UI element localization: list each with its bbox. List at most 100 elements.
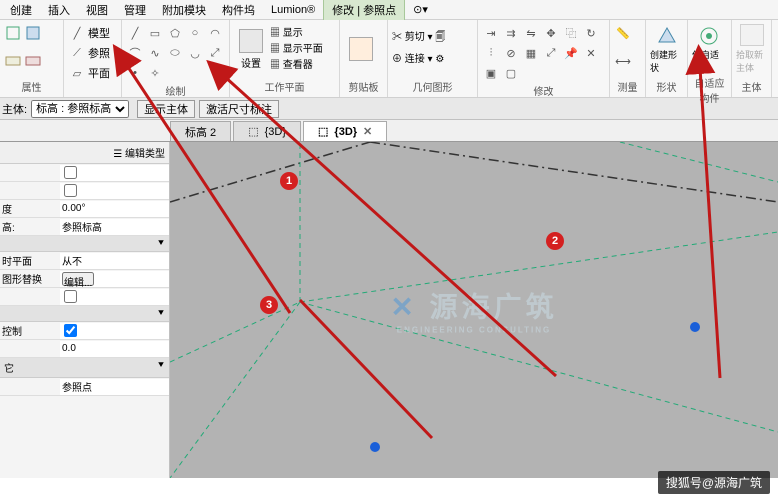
ungrp-icon[interactable]: ▢ [502, 64, 520, 82]
group-label-empty [68, 93, 117, 95]
ref-line-btn[interactable]: 参照 [88, 45, 110, 61]
plane-icon[interactable]: ▱ [68, 64, 86, 82]
paste-btn[interactable] [344, 24, 378, 74]
group-label-clip: 剪贴板 [344, 78, 383, 95]
poly-icon[interactable]: ⬠ [166, 24, 184, 42]
menu-2[interactable]: 视图 [78, 0, 116, 20]
host-select[interactable]: 标高 : 参照标高 [31, 100, 129, 118]
arc2-icon[interactable]: ⌒ [126, 44, 144, 62]
cube-icon: ⬚ [318, 125, 328, 138]
prop-value[interactable] [60, 289, 169, 305]
viewer-wp-btn[interactable]: ▦ 查看器 [270, 56, 323, 71]
menu-bar: 创建插入视图管理附加模块构件坞Lumion®修改 | 参照点⊙▾ [0, 0, 778, 20]
menu-0[interactable]: 创建 [2, 0, 40, 20]
callout-1: 1 [280, 172, 298, 190]
half-arc-icon[interactable]: ◡ [186, 44, 204, 62]
grp-icon[interactable]: ▣ [482, 64, 500, 82]
view-tab-2[interactable]: ⬚{3D}✕ [303, 121, 387, 141]
prop-section[interactable]: ⯆ [0, 306, 169, 322]
menu-4[interactable]: 附加模块 [154, 0, 214, 20]
menu-6[interactable]: Lumion® [263, 2, 323, 18]
prop-value[interactable]: 从不 [60, 253, 169, 269]
mirror-icon[interactable]: ⇋ [522, 24, 540, 42]
create-form-btn[interactable]: 创建形状 [650, 24, 683, 74]
prop-value[interactable]: 参照点 [60, 379, 169, 395]
cube-icon: ⬚ [248, 125, 258, 138]
prop-value[interactable]: 0.0 [60, 341, 169, 357]
measure-icon[interactable]: 📏 [614, 24, 632, 42]
menu-3[interactable]: 管理 [116, 0, 154, 20]
show-wp-btn[interactable]: ▦ 显示 [270, 24, 323, 39]
scale-icon[interactable]: ⤢ [542, 44, 560, 62]
prop-section[interactable]: 它⯆ [0, 358, 169, 378]
view-tab-1[interactable]: ⬚{3D} [233, 121, 301, 141]
prop-row [0, 164, 169, 182]
activate-dim-btn[interactable]: 激活尺寸标注 [199, 100, 279, 118]
group-label-form: 形状 [650, 78, 683, 95]
plane-btn[interactable]: 平面 [88, 65, 110, 81]
model-line-icon[interactable]: ╱ [68, 24, 86, 42]
trim-icon[interactable]: ⫶ [482, 44, 500, 62]
modify-icon[interactable] [4, 24, 22, 42]
join-btn[interactable]: ⊕ 连接 ▾ ⚙ [392, 50, 444, 65]
copy-icon[interactable]: ⿻ [562, 24, 580, 42]
line-icon[interactable]: ╱ [126, 24, 144, 42]
prop-row: 时平面从不 [0, 252, 169, 270]
menu-7[interactable]: 修改 | 参照点 [323, 0, 405, 21]
properties-panel: ☰ 编辑类型 度0.00°高:参照标高⯆时平面从不图形替换编辑...⯆控制0.0… [0, 142, 170, 478]
rect-icon[interactable]: ▭ [146, 24, 164, 42]
prop-value[interactable]: 0.00° [60, 201, 169, 217]
watermark-bottom: 搜狐号@源海广筑 [658, 471, 770, 494]
edit-type-btn[interactable]: ☰ 编辑类型 [113, 145, 165, 160]
del-icon[interactable]: ✕ [582, 44, 600, 62]
group-label-geom: 几何图形 [392, 78, 473, 95]
callout-2: 2 [546, 232, 564, 250]
spline-icon[interactable]: ∿ [146, 44, 164, 62]
dim-icon[interactable]: ⟷ [614, 52, 632, 70]
rotate-icon[interactable]: ↻ [582, 24, 600, 42]
group-label-draw: 绘制 [126, 82, 225, 99]
prop-row: 高:参照标高 [0, 218, 169, 236]
pin-icon[interactable]: 📌 [562, 44, 580, 62]
callout-3: 3 [260, 296, 278, 314]
menu-5[interactable]: 构件坞 [214, 0, 263, 20]
group-label-host: 主体 [736, 78, 767, 95]
split-icon[interactable]: ⊘ [502, 44, 520, 62]
prop-value[interactable]: 编辑... [60, 271, 169, 287]
offset-icon[interactable]: ⇉ [502, 24, 520, 42]
array-icon[interactable]: ▦ [522, 44, 540, 62]
close-icon[interactable]: ✕ [363, 125, 372, 138]
align-icon[interactable]: ⇥ [482, 24, 500, 42]
menu-8[interactable]: ⊙▾ [405, 1, 436, 18]
prop-value[interactable]: 参照标高 [60, 219, 169, 235]
cut-btn[interactable]: ✂ 剪切 ▾ 🗐 [392, 28, 445, 47]
show-host-btn[interactable]: 显示主体 [137, 100, 195, 118]
tool-icon[interactable]: ✧ [146, 64, 164, 82]
pick-host-btn[interactable]: 拾取新主体 [736, 24, 767, 74]
showplane-wp-btn[interactable]: ▦ 显示平面 [270, 40, 323, 55]
menu-1[interactable]: 插入 [40, 0, 78, 20]
move-icon[interactable]: ✥ [542, 24, 560, 42]
ref-line-icon[interactable]: ⟋ [68, 44, 86, 62]
prop-value[interactable] [60, 323, 169, 339]
prop-row: 参照点 [0, 378, 169, 396]
ref-point-1[interactable] [370, 442, 380, 452]
circle-icon[interactable]: ○ [186, 24, 204, 42]
prop-icon-2[interactable] [4, 52, 22, 70]
ref-point-0[interactable] [690, 322, 700, 332]
make-adaptive-btn[interactable]: 使自适应 [692, 24, 726, 74]
prop-value[interactable] [60, 183, 169, 199]
view-tab-0[interactable]: 标高 2 [170, 121, 231, 141]
prop-value[interactable] [60, 165, 169, 181]
prop-icon-3[interactable] [24, 52, 42, 70]
set-wp-btn[interactable]: 设置 [234, 24, 268, 74]
point-icon[interactable]: • [126, 64, 144, 82]
group-label-measure: 测量 [614, 78, 641, 95]
prop-section[interactable]: ⯆ [0, 236, 169, 252]
prop-icon[interactable] [24, 24, 42, 42]
arc-icon[interactable]: ◠ [206, 24, 224, 42]
pick-icon[interactable]: ⤢ [206, 44, 224, 62]
ellipse-icon[interactable]: ⬭ [166, 44, 184, 62]
modify-tools: ⇥ ⇉ ⇋ ✥ ⿻ ↻ ⫶ ⊘ ▦ ⤢ 📌 ✕ ▣ ▢ [482, 22, 610, 82]
model-line-btn[interactable]: 模型 [88, 25, 110, 41]
